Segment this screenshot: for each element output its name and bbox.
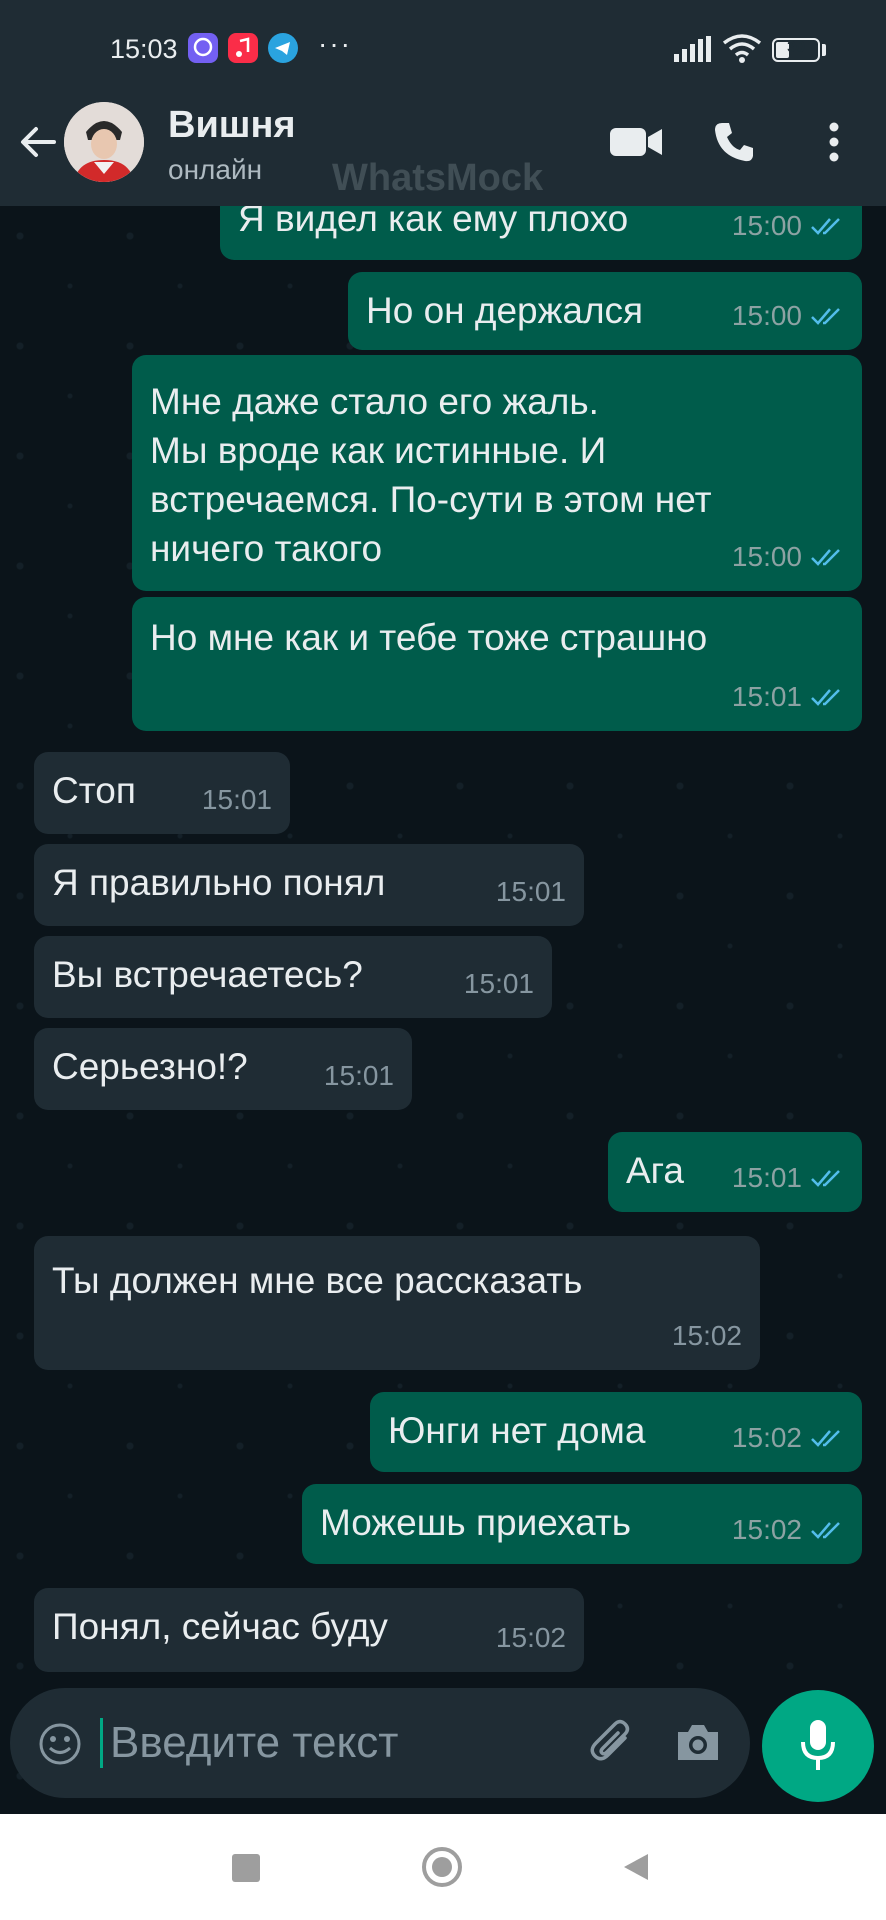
viber-icon	[188, 33, 218, 63]
message-text: Ты должен мне все рассказать	[52, 1260, 583, 1301]
message-text: Я правильно понял	[52, 862, 386, 903]
message-time: 15:01	[323, 1060, 394, 1091]
signal-icon	[674, 36, 711, 62]
system-navigation-bar	[0, 1814, 886, 1920]
message-incoming[interactable]: Серьезно!? 15:01	[34, 1028, 412, 1110]
read-ticks-icon	[811, 548, 840, 566]
read-ticks-icon	[811, 1169, 840, 1187]
message-time: 15:00	[731, 210, 802, 241]
message-time: 15:00	[731, 300, 802, 331]
message-incoming[interactable]: Стоп 15:01	[34, 752, 290, 834]
message-time: 15:01	[463, 968, 534, 999]
read-ticks-icon	[811, 1521, 840, 1539]
text-cursor	[100, 1718, 103, 1768]
message-outgoing[interactable]: Юнги нет дома 15:02	[370, 1392, 862, 1472]
home-icon[interactable]	[422, 1847, 462, 1887]
read-ticks-icon	[811, 307, 840, 325]
music-icon	[228, 33, 258, 63]
camera-icon[interactable]	[674, 1720, 722, 1764]
message-incoming[interactable]: Я правильно понял 15:01	[34, 844, 584, 926]
message-outgoing[interactable]: Можешь приехать 15:02	[302, 1484, 862, 1564]
message-incoming[interactable]: Ты должен мне все рассказать 15:02	[34, 1236, 760, 1370]
message-input-bar: Введите текст	[10, 1688, 750, 1798]
nav-back-icon[interactable]	[622, 1852, 650, 1882]
more-notifications-icon: ···	[318, 28, 352, 59]
video-call-icon[interactable]	[608, 120, 664, 164]
message-time: 15:01	[731, 1162, 802, 1193]
menu-icon[interactable]	[826, 120, 842, 164]
message-text: Вы встречаетесь?	[52, 954, 363, 995]
message-outgoing[interactable]: Но он держался 15:00	[348, 272, 862, 350]
message-incoming[interactable]: Вы встречаетесь? 15:01	[34, 936, 552, 1018]
wifi-icon	[722, 34, 762, 63]
message-time: 15:00	[731, 541, 802, 572]
contact-status: онлайн	[168, 154, 263, 185]
battery-level: 30	[787, 39, 805, 56]
message-incoming[interactable]: Понял, сейчас буду 15:02	[34, 1588, 584, 1672]
message-outgoing[interactable]: Я видел как ему плохо 15:00	[220, 206, 862, 260]
message-time: 15:01	[731, 681, 802, 712]
microphone-icon	[801, 1720, 835, 1770]
message-outgoing[interactable]: Мне даже стало его жаль. Мы вроде как ис…	[132, 355, 862, 591]
message-outgoing[interactable]: Но мне как и тебе тоже страшно 15:01	[132, 597, 862, 731]
telegram-icon	[268, 33, 298, 63]
attach-icon[interactable]	[585, 1716, 639, 1770]
message-text: Мне даже стало его жаль. Мы вроде как ис…	[150, 381, 712, 569]
back-arrow-icon[interactable]	[18, 122, 58, 162]
message-time: 15:01	[495, 876, 566, 907]
contact-name[interactable]: Вишня	[168, 104, 296, 147]
voice-message-button[interactable]	[762, 1690, 874, 1802]
read-ticks-icon	[811, 1429, 840, 1447]
message-text: Но мне как и тебе тоже страшно	[150, 617, 708, 658]
chat-area[interactable]: Я видел как ему плохо 15:00 Но он держал…	[0, 206, 886, 1814]
read-ticks-icon	[811, 688, 840, 706]
message-text: Понял, сейчас буду	[52, 1606, 388, 1647]
message-outgoing[interactable]: Ага 15:01	[608, 1132, 862, 1212]
status-bar: 15:03 ··· 30	[0, 0, 886, 82]
status-time: 15:03	[110, 34, 178, 64]
message-time: 15:02	[731, 1514, 802, 1545]
message-input[interactable]: Введите текст	[110, 1718, 398, 1768]
message-time: 15:02	[671, 1320, 742, 1351]
emoji-icon[interactable]	[38, 1722, 82, 1766]
watermark: WhatsMock	[332, 157, 544, 199]
voice-call-icon[interactable]	[712, 120, 756, 164]
contact-avatar[interactable]	[64, 102, 144, 182]
message-time: 15:01	[201, 784, 272, 815]
message-time: 15:02	[731, 1422, 802, 1453]
message-time: 15:02	[495, 1622, 566, 1653]
recent-apps-icon[interactable]	[232, 1854, 260, 1882]
read-ticks-icon	[811, 217, 840, 235]
